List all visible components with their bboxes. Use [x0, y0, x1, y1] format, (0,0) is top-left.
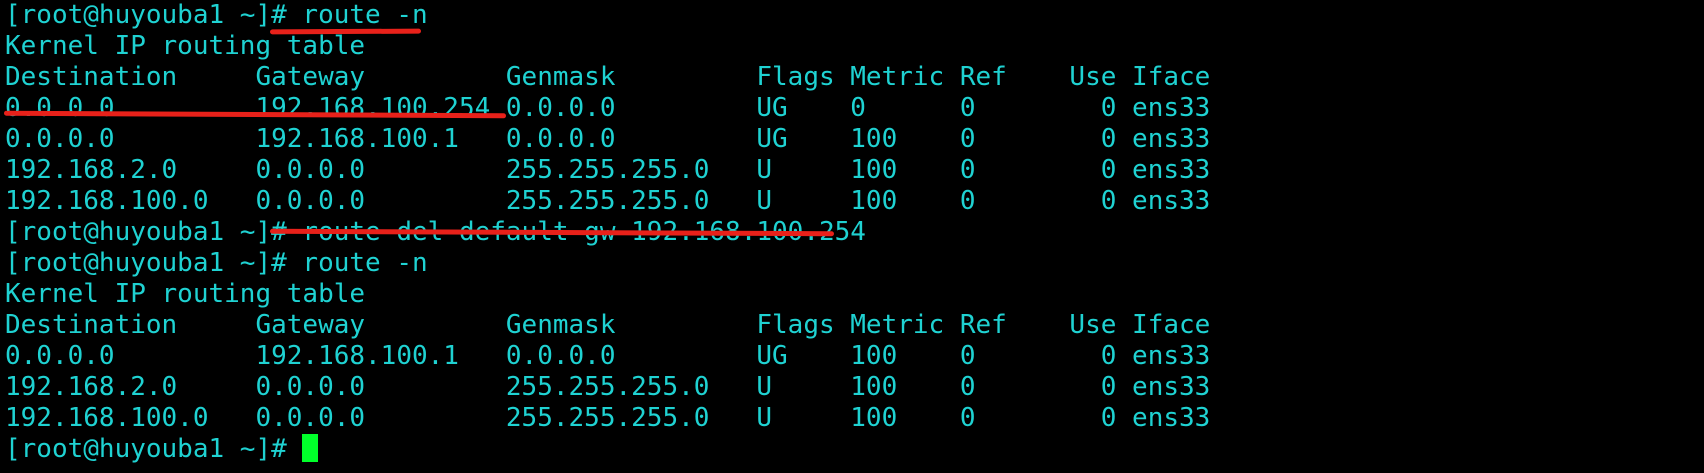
command-line: [root@huyouba1 ~]# route -n — [5, 0, 428, 30]
table-header: Destination Gateway Genmask Flags Metric… — [5, 62, 1211, 92]
text-cursor[interactable] — [302, 434, 319, 462]
annotation-underline — [269, 28, 422, 35]
command-line: [root@huyouba1 ~]# route del default gw … — [5, 217, 866, 247]
table-row: 192.168.100.0 0.0.0.0 255.255.255.0 U 10… — [5, 186, 1211, 216]
table-row: 0.0.0.0 192.168.100.254 0.0.0.0 UG 0 0 0… — [5, 93, 1211, 123]
terminal-window[interactable]: { "terminal": { "lines": [ "[root@huyoub… — [0, 0, 1704, 473]
table-row: 0.0.0.0 192.168.100.1 0.0.0.0 UG 100 0 0… — [5, 124, 1211, 154]
shell-prompt: [root@huyouba1 ~]# — [5, 434, 303, 464]
command-line: [root@huyouba1 ~]# route -n — [5, 248, 428, 278]
table-row: 192.168.2.0 0.0.0.0 255.255.255.0 U 100 … — [5, 372, 1211, 402]
table-header: Destination Gateway Genmask Flags Metric… — [5, 310, 1211, 340]
prompt-line: [root@huyouba1 ~]# — [5, 434, 1699, 465]
output-line: Kernel IP routing table — [5, 279, 366, 309]
table-row: 0.0.0.0 192.168.100.1 0.0.0.0 UG 100 0 0… — [5, 341, 1211, 371]
table-row: 192.168.2.0 0.0.0.0 255.255.255.0 U 100 … — [5, 155, 1211, 185]
table-row: 192.168.100.0 0.0.0.0 255.255.255.0 U 10… — [5, 403, 1211, 433]
terminal-output[interactable]: [root@huyouba1 ~]# route -n Kernel IP ro… — [5, 0, 1699, 473]
output-line: Kernel IP routing table — [5, 31, 366, 61]
